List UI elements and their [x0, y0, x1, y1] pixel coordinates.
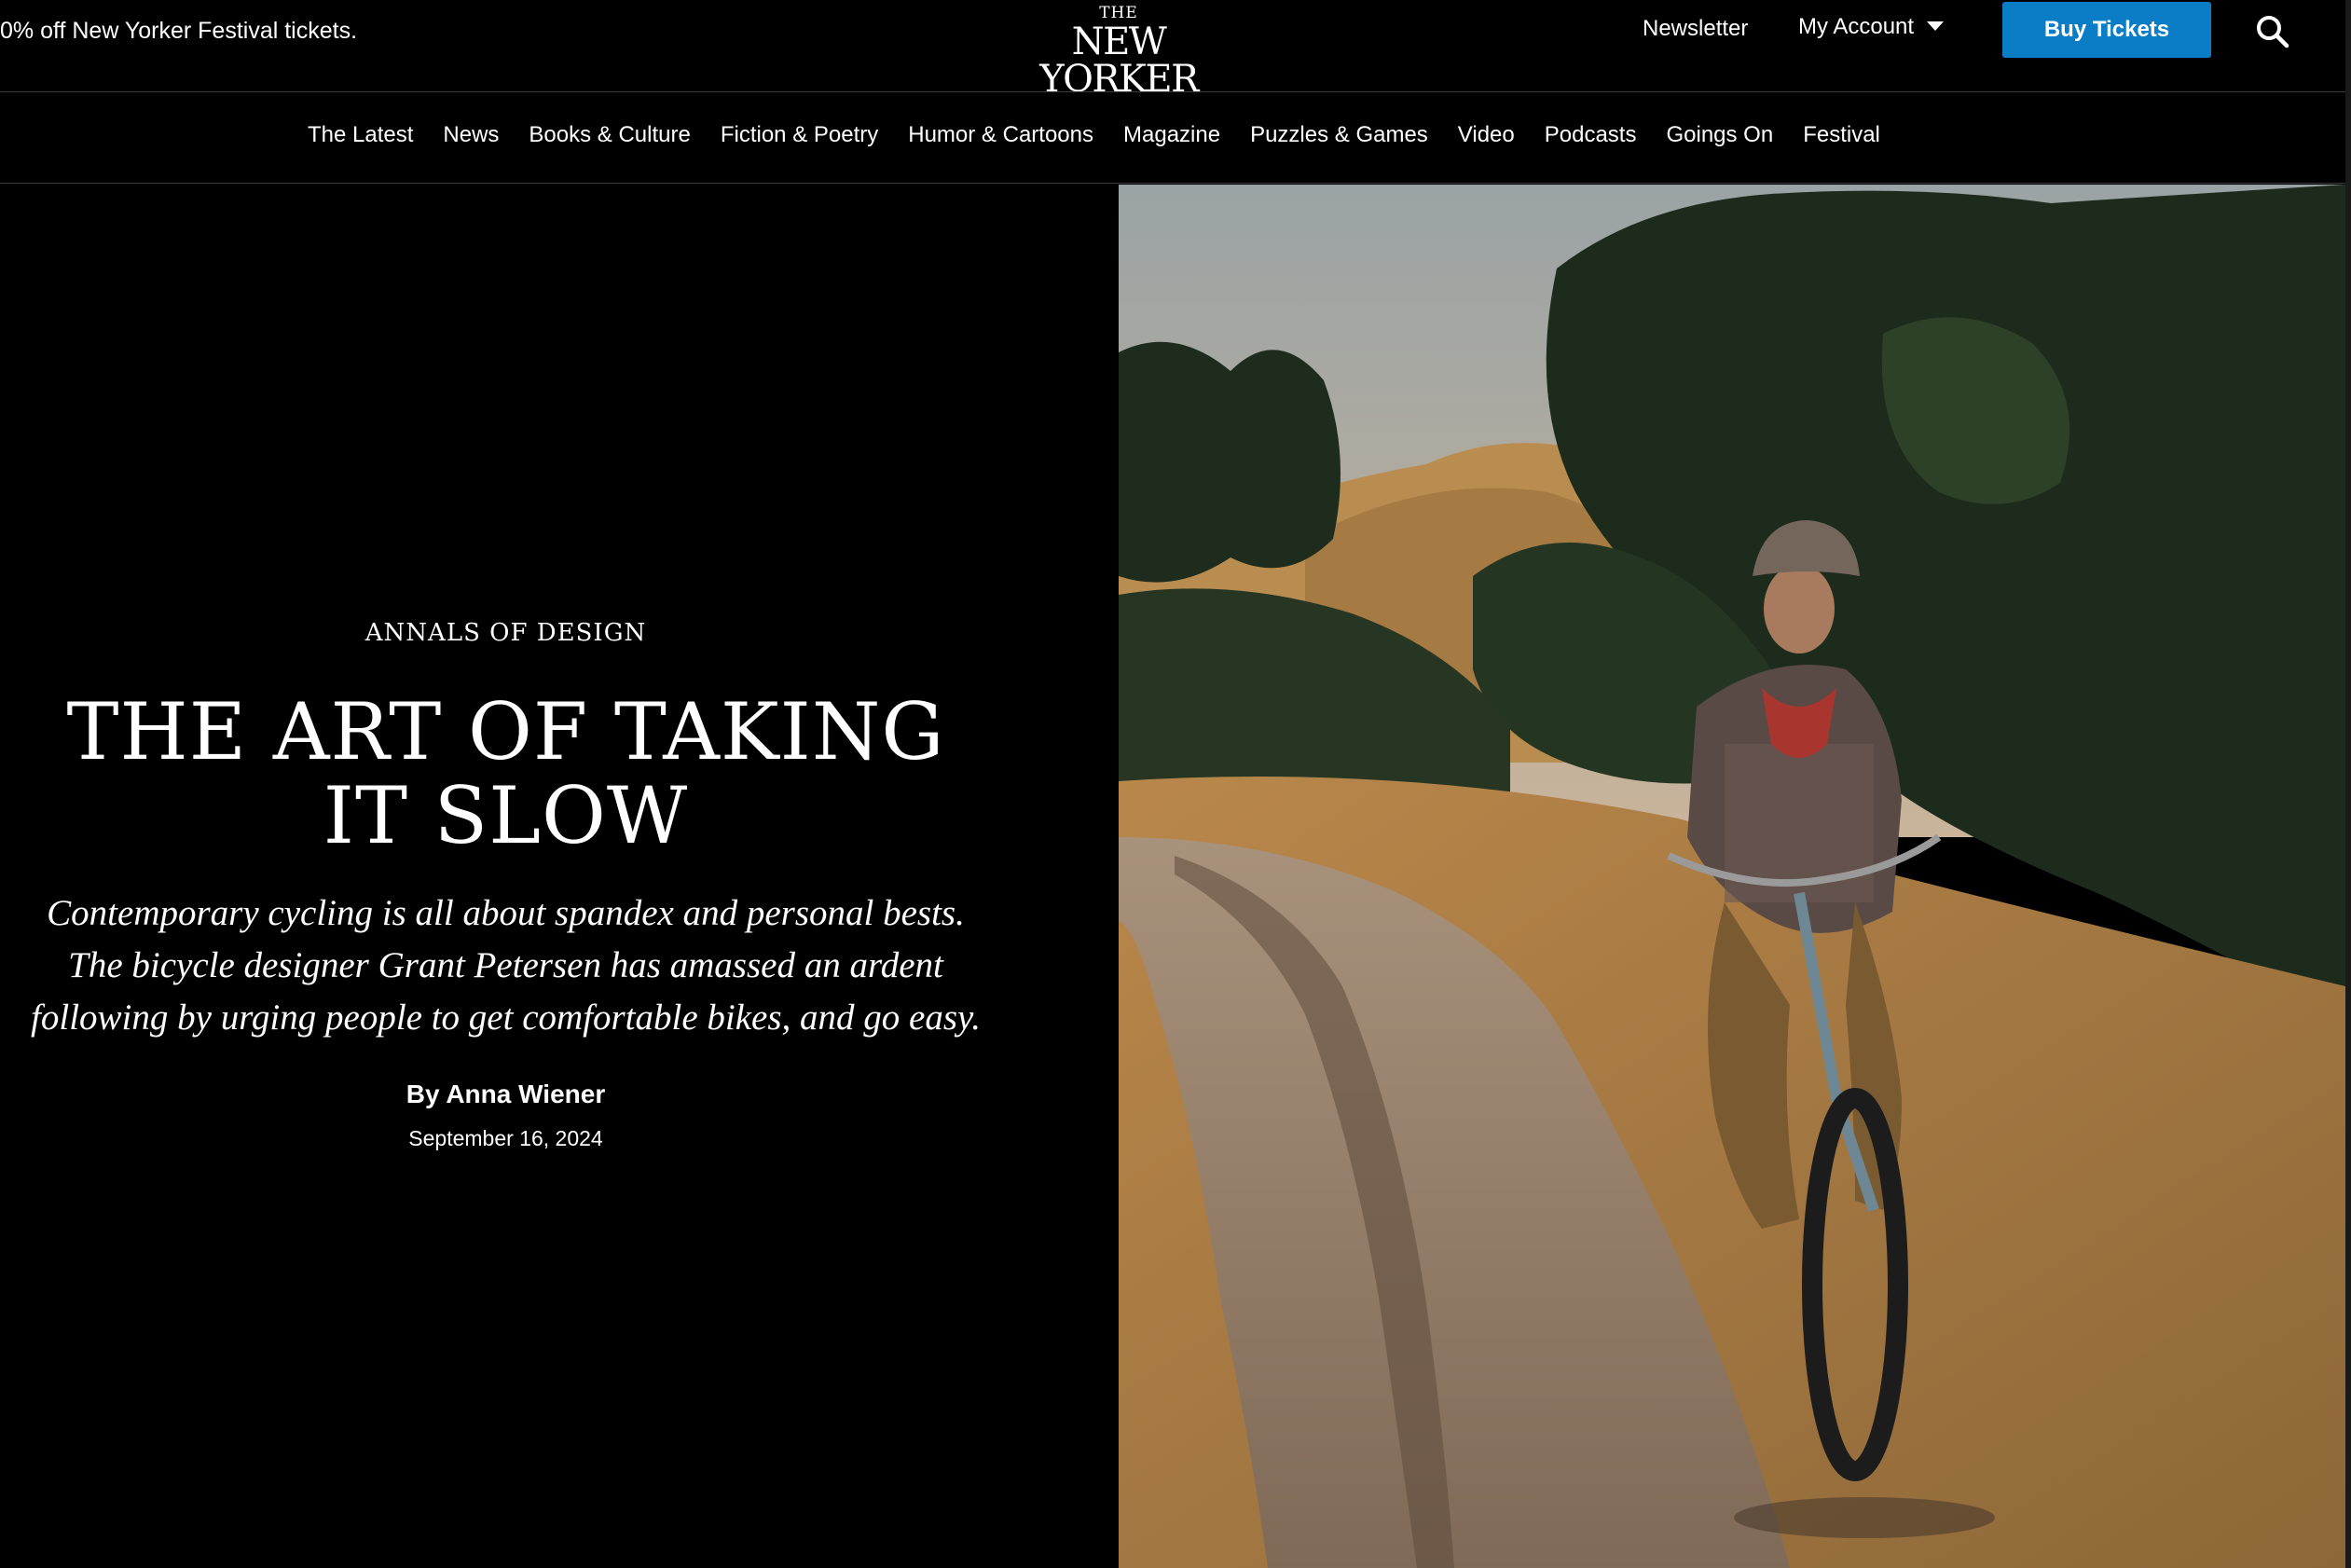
byline: By Anna Wiener — [0, 1080, 1011, 1109]
author-link[interactable]: Anna Wiener — [446, 1080, 605, 1108]
top-bar: 0% off New Yorker Festival tickets. THE … — [0, 0, 2351, 98]
festival-promo-link[interactable]: 0% off New Yorker Festival tickets. — [0, 18, 357, 45]
nav-item-news[interactable]: News — [443, 122, 499, 148]
search-icon[interactable] — [2254, 13, 2291, 50]
article-hero-panel — [0, 185, 1119, 1568]
newsletter-link[interactable]: Newsletter — [1643, 16, 1748, 42]
nav-divider — [0, 183, 2351, 184]
nav-item-festival[interactable]: Festival — [1803, 122, 1880, 148]
publish-date: September 16, 2024 — [408, 1126, 603, 1150]
article-rubric[interactable]: Annals of Design — [0, 619, 1011, 647]
caret-down-icon — [1927, 21, 1945, 31]
window-edge — [2345, 0, 2351, 1568]
logo-wordmark: NEW YORKER — [1039, 21, 1199, 101]
my-account-dropdown[interactable]: My Account — [1798, 14, 1945, 40]
logo-the: THE — [1099, 4, 1138, 22]
main-nav: The Latest News Books & Culture Fiction … — [0, 92, 2351, 183]
nav-item-humor-cartoons[interactable]: Humor & Cartoons — [908, 122, 1093, 148]
nav-item-goings-on[interactable]: Goings On — [1666, 122, 1773, 148]
my-account-label: My Account — [1798, 14, 1915, 39]
nav-item-podcasts[interactable]: Podcasts — [1545, 122, 1637, 148]
article-dek: Contemporary cycling is all about spande… — [31, 893, 981, 1038]
nav-list: The Latest News Books & Culture Fiction … — [308, 122, 1880, 148]
buy-tickets-button[interactable]: Buy Tickets — [2002, 2, 2211, 58]
new-yorker-logo[interactable]: THE NEW YORKER — [1002, 0, 1235, 101]
nav-item-puzzles-games[interactable]: Puzzles & Games — [1250, 122, 1428, 148]
article-headline: The Art of Taking It Slow — [66, 686, 945, 861]
nav-item-fiction-poetry[interactable]: Fiction & Poetry — [721, 122, 878, 148]
nav-item-video[interactable]: Video — [1458, 122, 1515, 148]
nav-item-the-latest[interactable]: The Latest — [308, 122, 413, 148]
nav-item-magazine[interactable]: Magazine — [1123, 122, 1220, 148]
nav-item-books-culture[interactable]: Books & Culture — [529, 122, 690, 148]
hero-photo-cyclist — [1119, 185, 2345, 1568]
byline-prefix: By — [406, 1080, 440, 1108]
